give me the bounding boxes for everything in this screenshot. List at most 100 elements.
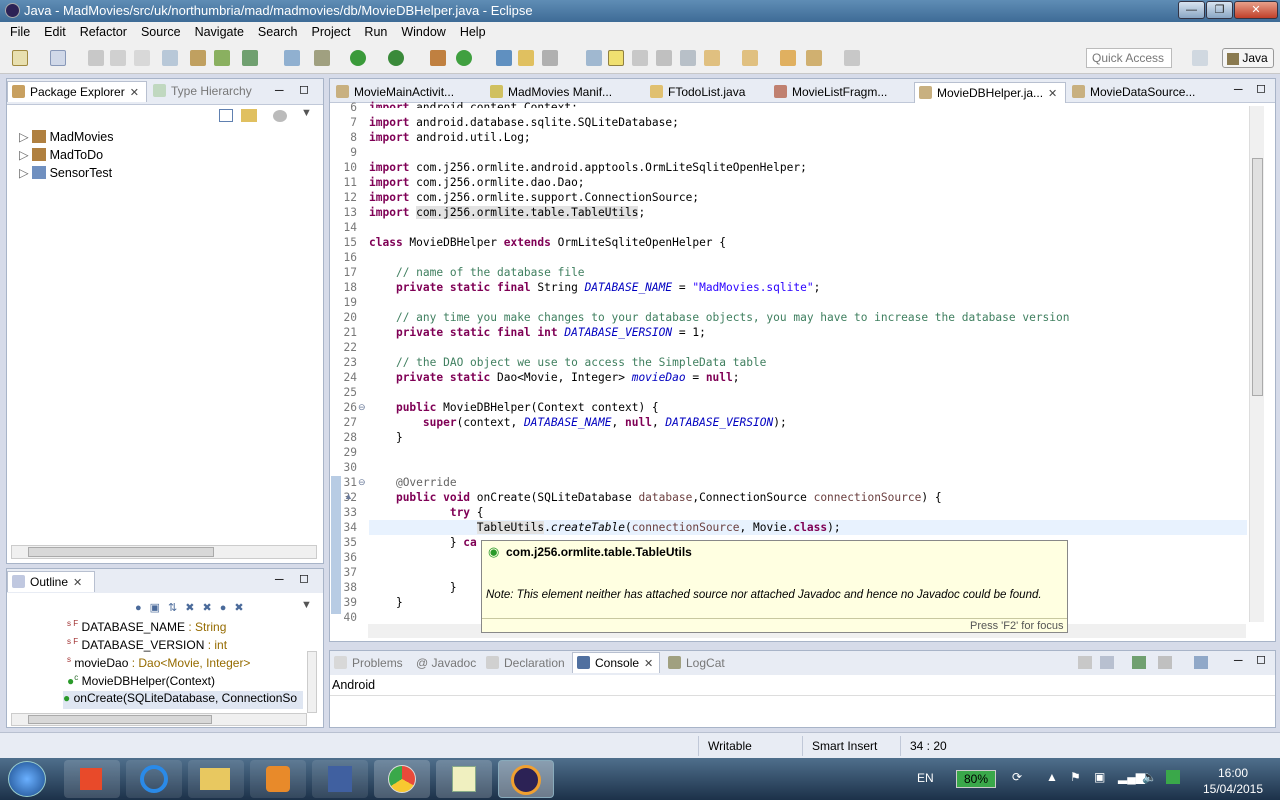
outline-item-selected[interactable]: ● onCreate(SQLiteDatabase, ConnectionSo	[63, 691, 303, 709]
maximize-view-icon[interactable]: ◻	[1256, 652, 1266, 666]
display-console-icon[interactable]	[1158, 656, 1172, 669]
toggle-breadcrumb-icon[interactable]	[586, 50, 602, 66]
debug-icon[interactable]	[314, 50, 330, 66]
minimize-view-icon[interactable]: ─	[275, 83, 284, 97]
save-all-icon[interactable]	[110, 50, 126, 66]
tree-item-madmovies[interactable]: ▷ MadMovies	[19, 129, 114, 147]
maximize-view-icon[interactable]: ◻	[299, 571, 309, 585]
run-external-icon[interactable]	[388, 50, 404, 66]
view-menu-icon[interactable]	[273, 110, 287, 122]
menu-window[interactable]: Window	[394, 23, 452, 41]
menu-source[interactable]: Source	[134, 23, 188, 41]
chrome-icon[interactable]	[374, 760, 430, 798]
editor-vertical-scrollbar[interactable]	[1249, 106, 1264, 622]
open-perspective-icon[interactable]	[1192, 50, 1208, 66]
chevron-down-icon[interactable]: ▼	[301, 599, 312, 611]
clock-time[interactable]: 16:00	[1208, 766, 1258, 780]
outline-item[interactable]: s F DATABASE_NAME : String	[67, 619, 226, 637]
horizontal-scrollbar[interactable]	[11, 713, 307, 726]
pin-console-icon[interactable]	[1132, 656, 1146, 669]
tree-item-madtodo[interactable]: ▷ MadToDo	[19, 147, 103, 165]
eclipse-taskbar-icon[interactable]	[498, 760, 554, 798]
tab-madmovies-manifest[interactable]: MadMovies Manif...	[486, 82, 640, 103]
show-hidden-icons-icon[interactable]: ▲	[1046, 770, 1058, 784]
android-sdk-icon[interactable]	[190, 50, 206, 66]
previous-annotation-icon[interactable]	[742, 50, 758, 66]
expand-icon[interactable]: ▷	[19, 148, 29, 162]
scroll-lock-icon[interactable]	[1100, 656, 1114, 669]
security-icon[interactable]	[1166, 770, 1180, 784]
tab-problems[interactable]: Problems	[330, 653, 409, 674]
tab-type-hierarchy[interactable]: Type Hierarchy	[149, 81, 258, 102]
menu-edit[interactable]: Edit	[37, 23, 73, 41]
save-app-icon[interactable]	[312, 760, 368, 798]
tab-outline[interactable]: Outline ✕	[7, 571, 95, 592]
internet-explorer-icon[interactable]	[126, 760, 182, 798]
menu-search[interactable]: Search	[251, 23, 305, 41]
media-player-icon[interactable]	[250, 760, 306, 798]
tab-movielistfragment[interactable]: MovieListFragm...	[770, 82, 910, 103]
outline-item[interactable]: s F DATABASE_VERSION : int	[67, 637, 227, 655]
next-annotation-icon[interactable]	[704, 50, 720, 66]
file-explorer-icon[interactable]	[188, 760, 244, 798]
forward-icon[interactable]	[844, 50, 860, 66]
open-type-icon[interactable]	[496, 50, 512, 66]
close-icon[interactable]: ✕	[1048, 88, 1057, 100]
vertical-scrollbar[interactable]	[307, 651, 317, 713]
open-folder-icon[interactable]	[518, 50, 534, 66]
new-class-icon[interactable]	[430, 50, 446, 66]
minimize-button[interactable]: —	[1178, 1, 1205, 19]
show-whitespace-icon[interactable]	[656, 50, 672, 66]
run-icon[interactable]	[350, 50, 366, 66]
search-tool-icon[interactable]	[542, 50, 558, 66]
language-indicator[interactable]: EN	[917, 771, 934, 785]
tab-moviedbhelper[interactable]: MovieDBHelper.ja... ✕	[914, 82, 1066, 103]
outline-item[interactable]: ●c MovieDBHelper(Context)	[67, 673, 215, 691]
last-edit-icon[interactable]	[780, 50, 796, 66]
menu-project[interactable]: Project	[305, 23, 358, 41]
action-center-icon[interactable]: ⚑	[1070, 770, 1081, 784]
start-button[interactable]	[8, 761, 46, 797]
new-icon[interactable]	[12, 50, 28, 66]
skip-breakpoints-icon[interactable]	[162, 50, 178, 66]
tab-moviedatasource[interactable]: MovieDataSource...	[1068, 82, 1218, 103]
tab-package-explorer[interactable]: Package Explorer ✕	[7, 81, 147, 102]
quick-access-input[interactable]: Quick Access	[1086, 48, 1172, 68]
menu-help[interactable]: Help	[453, 23, 493, 41]
save-icon[interactable]	[88, 50, 104, 66]
minimize-view-icon[interactable]: ─	[1234, 653, 1243, 667]
maximize-button[interactable]: ❐	[1206, 1, 1233, 19]
tab-javadoc[interactable]: @ Javadoc	[410, 653, 482, 674]
new-java-class-icon[interactable]	[456, 50, 472, 66]
back-icon[interactable]	[806, 50, 822, 66]
expand-icon[interactable]: ▷	[19, 130, 29, 144]
avd-manager-icon[interactable]	[214, 50, 230, 66]
outline-toolbar[interactable]: ●▣⇅✖✖●✖	[135, 601, 295, 615]
menu-run[interactable]: Run	[357, 23, 394, 41]
minimize-view-icon[interactable]: ─	[1234, 82, 1243, 96]
pilcrow-icon[interactable]	[680, 50, 696, 66]
close-icon[interactable]: ✕	[73, 577, 82, 589]
menu-file[interactable]: File	[3, 23, 37, 41]
open-console-icon[interactable]	[1194, 656, 1208, 669]
block-selection-icon[interactable]	[632, 50, 648, 66]
menu-navigate[interactable]: Navigate	[188, 23, 251, 41]
tab-console[interactable]: Console ✕	[572, 652, 661, 673]
fold-icon[interactable]: ⊖	[358, 477, 366, 488]
close-icon[interactable]: ✕	[130, 87, 139, 99]
tab-moviemainactivity[interactable]: MovieMainActivit...	[332, 82, 484, 103]
maximize-view-icon[interactable]: ◻	[1256, 81, 1266, 95]
text-editor-icon[interactable]	[436, 760, 492, 798]
device-icon[interactable]: ▣	[1094, 770, 1105, 784]
java-perspective-button[interactable]: Java	[1222, 48, 1274, 68]
battery-indicator[interactable]: 80%	[956, 770, 996, 788]
tab-ftodolist[interactable]: FTodoList.java	[646, 82, 766, 103]
horizontal-scrollbar[interactable]	[11, 545, 317, 559]
lint-icon[interactable]	[242, 50, 258, 66]
apps-icon[interactable]	[64, 760, 120, 798]
wifi-icon[interactable]: ▂▄▆	[1118, 770, 1145, 784]
clock-date[interactable]: 15/04/2015	[1198, 782, 1268, 796]
menu-refactor[interactable]: Refactor	[73, 23, 134, 41]
close-icon[interactable]: ✕	[644, 658, 653, 670]
print-icon[interactable]	[134, 50, 150, 66]
